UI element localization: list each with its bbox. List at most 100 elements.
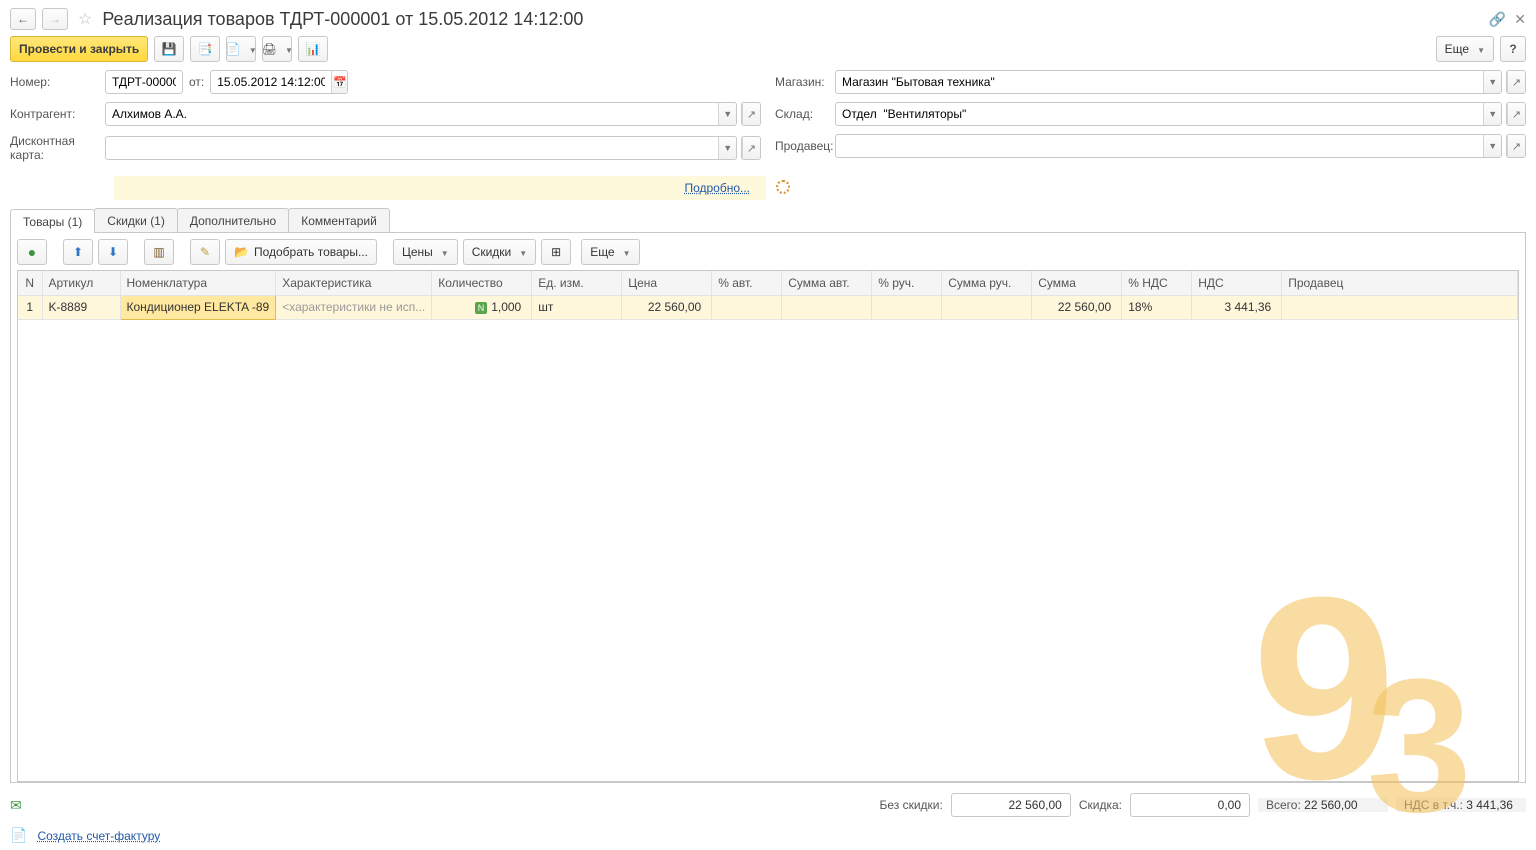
cell-qty[interactable]: N1,000 [432,295,532,319]
discounts-button[interactable]: Скидки [463,239,537,265]
edit-button[interactable]: ✎ [190,239,220,265]
cell-nomen[interactable]: Кондиционер ELEKTA -89 [120,295,276,319]
cell-n[interactable]: 1 [18,295,42,319]
info-strip: Подробно... [114,176,766,200]
col-sku[interactable]: Артикул [42,271,120,295]
barcode-button[interactable]: ▥ [144,239,174,265]
from-label: от: [189,75,204,89]
grid-more-button[interactable]: Еще [581,239,639,265]
cell-sum-auto[interactable] [782,295,872,319]
discount-card-open-button[interactable]: ↗ [741,136,761,160]
reports-button[interactable]: 📊 [298,36,328,62]
total-value: 22 560,00 [1304,798,1357,812]
grid-section: ● ⬆ ⬇ ▥ ✎ 📂 Подобрать товары... Цены Ски… [10,233,1526,783]
warehouse-open-button[interactable]: ↗ [1506,102,1526,126]
create-based-button[interactable]: 📄 [226,36,256,62]
header-form: Номер: от: 📅 Контрагент: ▼ ↗ Дисконтная … [10,70,1526,170]
prices-button[interactable]: Цены [393,239,458,265]
kontragent-open-button[interactable]: ↗ [741,102,761,126]
cell-sku[interactable]: K-8889 [42,295,120,319]
cell-pct-man[interactable] [872,295,942,319]
shop-open-button[interactable]: ↗ [1506,70,1526,94]
shop-field[interactable]: ▼ [835,70,1502,94]
cell-pct-auto[interactable] [712,295,782,319]
document-icon: 📄 [10,827,27,844]
vat-value: 3 441,36 [1466,798,1513,812]
col-sum-man[interactable]: Сумма руч. [942,271,1032,295]
seller-open-button[interactable]: ↗ [1506,134,1526,158]
edit-icon: ✎ [200,245,210,259]
total-box: Всего: 22 560,00 [1258,798,1388,812]
table-row[interactable]: 1 K-8889 Кондиционер ELEKTA -89 <характе… [18,295,1518,319]
cell-price[interactable]: 22 560,00 [622,295,712,319]
kontragent-label: Контрагент: [10,107,105,121]
post-icon: 📑 [198,42,213,56]
cell-sum[interactable]: 22 560,00 [1032,295,1122,319]
link-icon[interactable]: 🔗 [1489,11,1506,28]
create-invoice-link[interactable]: Создать счет-фактуру [37,829,160,843]
col-pct-man[interactable]: % руч. [872,271,942,295]
tab-comment[interactable]: Комментарий [288,208,390,232]
warehouse-field[interactable]: ▼ [835,102,1502,126]
extra-button[interactable]: ⊞ [541,239,571,265]
cell-uom[interactable]: шт [532,295,622,319]
arrow-down-icon: ⬇ [108,245,118,259]
col-price[interactable]: Цена [622,271,712,295]
col-vat-pct[interactable]: % НДС [1122,271,1192,295]
cell-vat[interactable]: 3 441,36 [1192,295,1282,319]
number-label: Номер: [10,75,105,89]
post-button[interactable]: 📑 [190,36,220,62]
favorite-icon[interactable]: ☆ [78,9,92,29]
summary-bar: ✉ Без скидки: 22 560,00 Скидка: 0,00 Все… [10,793,1526,817]
cell-seller[interactable] [1282,295,1518,319]
save-button[interactable]: 💾 [154,36,184,62]
kontragent-field[interactable]: ▼ [105,102,737,126]
discount-card-field[interactable]: ▼ [105,136,737,160]
col-uom[interactable]: Ед. изм. [532,271,622,295]
seller-field[interactable]: ▼ [835,134,1502,158]
tab-goods[interactable]: Товары (1) [10,209,95,233]
col-char[interactable]: Характеристика [276,271,432,295]
help-button[interactable]: ? [1500,36,1526,62]
dropdown-icon[interactable]: ▼ [718,137,736,159]
col-n[interactable]: N [18,271,42,295]
cell-char[interactable]: <характеристики не исп... [276,295,432,319]
no-discount-label: Без скидки: [879,798,942,812]
move-up-button[interactable]: ⬆ [63,239,93,265]
col-seller[interactable]: Продавец [1282,271,1518,295]
pick-items-button[interactable]: 📂 Подобрать товары... [225,239,377,265]
move-down-button[interactable]: ⬇ [98,239,128,265]
goods-table[interactable]: N Артикул Номенклатура Характеристика Ко… [17,270,1519,782]
cell-vat-pct[interactable]: 18% [1122,295,1192,319]
tab-discounts[interactable]: Скидки (1) [94,208,178,232]
no-discount-value: 22 560,00 [951,793,1071,817]
details-link[interactable]: Подробно... [684,181,750,195]
dropdown-icon[interactable]: ▼ [718,103,736,125]
date-field[interactable]: 📅 [210,70,348,94]
more-button[interactable]: Еще [1436,36,1494,62]
col-nomen[interactable]: Номенклатура [120,271,276,295]
nav-forward-button[interactable]: → [42,8,68,30]
tab-additional[interactable]: Дополнительно [177,208,289,232]
close-icon[interactable]: ✕ [1514,11,1526,28]
post-and-close-button[interactable]: Провести и закрыть [10,36,148,62]
cell-sum-man[interactable] [942,295,1032,319]
dropdown-icon[interactable]: ▼ [1483,103,1501,125]
nav-back-button[interactable]: ← [10,8,36,30]
dropdown-icon[interactable]: ▼ [1483,135,1501,157]
col-vat[interactable]: НДС [1192,271,1282,295]
calendar-icon[interactable]: 📅 [331,71,347,93]
col-pct-auto[interactable]: % авт. [712,271,782,295]
print-button[interactable]: 🖨 [262,36,292,62]
barcode-icon: ▥ [153,245,164,259]
number-field[interactable] [105,70,183,94]
grid-toolbar: ● ⬆ ⬇ ▥ ✎ 📂 Подобрать товары... Цены Ски… [17,239,1519,265]
shop-label: Магазин: [775,75,835,89]
qty-badge-icon: N [475,302,488,314]
dropdown-icon[interactable]: ▼ [1483,71,1501,93]
col-qty[interactable]: Количество [432,271,532,295]
add-row-button[interactable]: ● [17,239,47,265]
col-sum-auto[interactable]: Сумма авт. [782,271,872,295]
mail-icon[interactable]: ✉ [10,797,22,814]
col-sum[interactable]: Сумма [1032,271,1122,295]
